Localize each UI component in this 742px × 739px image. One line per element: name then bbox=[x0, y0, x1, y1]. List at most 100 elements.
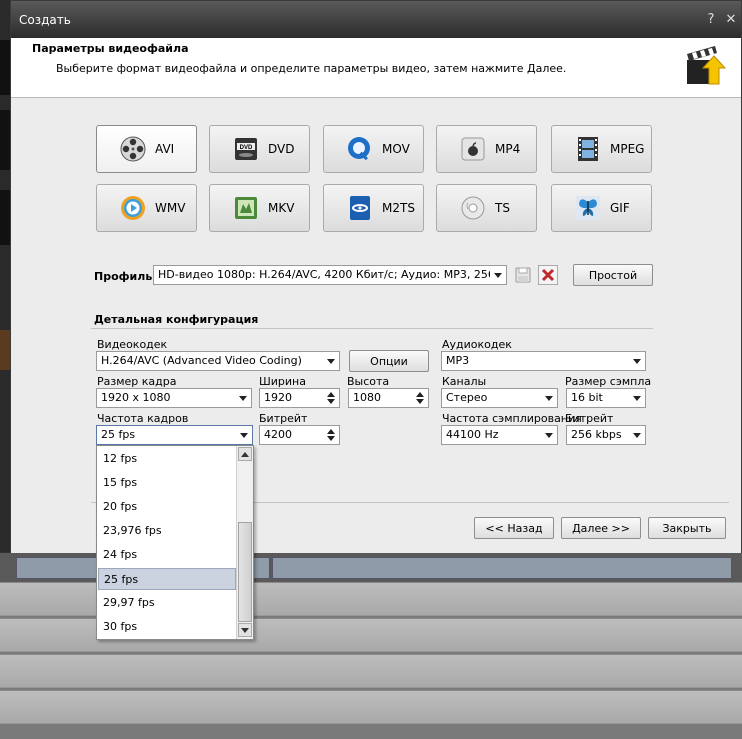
background-thumbnail-strip bbox=[0, 0, 10, 560]
format-mp4-button[interactable]: MP4 bbox=[436, 125, 537, 173]
chevron-down-icon[interactable] bbox=[235, 389, 251, 407]
format-mkv-button[interactable]: MKV bbox=[209, 184, 310, 232]
format-mov-button[interactable]: MOV bbox=[323, 125, 424, 173]
format-mpeg-button[interactable]: MPEG bbox=[551, 125, 652, 173]
svg-text:DVD: DVD bbox=[240, 145, 253, 151]
format-dvd-button[interactable]: DVD DVD bbox=[209, 125, 310, 173]
frame-size-value: 1920 x 1080 bbox=[101, 391, 171, 404]
fps-option[interactable]: 29,97 fps bbox=[98, 592, 236, 614]
bitrate-label: Битрейт bbox=[259, 412, 308, 425]
fps-label: Частота кадров bbox=[97, 412, 189, 425]
chevron-down-icon[interactable] bbox=[629, 352, 645, 370]
background-track bbox=[0, 690, 742, 724]
sample-rate-label: Частота сэмплирования bbox=[442, 412, 582, 425]
scroll-down-button[interactable] bbox=[238, 623, 252, 637]
audio-codec-select[interactable]: MP3 bbox=[441, 351, 646, 371]
header-subtitle: Выберите формат видеофайла и определите … bbox=[56, 62, 567, 75]
format-label: GIF bbox=[610, 201, 630, 215]
format-label: MP4 bbox=[495, 142, 521, 156]
spinner-arrows-icon[interactable] bbox=[412, 389, 428, 407]
fps-option[interactable]: 23,976 fps bbox=[98, 520, 236, 542]
chevron-down-icon[interactable] bbox=[323, 352, 339, 370]
sample-rate-select[interactable]: 44100 Hz bbox=[441, 425, 558, 445]
width-spinner[interactable]: 1920 bbox=[259, 388, 340, 408]
filmstrip-icon bbox=[578, 137, 598, 161]
clapperboard-icon bbox=[687, 46, 727, 85]
channels-label: Каналы bbox=[442, 375, 487, 388]
sample-size-select[interactable]: 16 bit bbox=[566, 388, 646, 408]
windows-media-icon bbox=[121, 196, 145, 220]
dialog-header: Параметры видеофайла Выберите формат вид… bbox=[11, 38, 741, 98]
chevron-down-icon[interactable] bbox=[541, 426, 557, 444]
dialog-title: Создать bbox=[19, 12, 71, 27]
fps-dropdown-list[interactable]: 12 fps 15 fps 20 fps 23,976 fps 24 fps 25 fps… bbox=[96, 445, 254, 640]
profile-select[interactable]: HD-видео 1080p: H.264/AVC, 4200 Кбит/с; … bbox=[153, 265, 507, 285]
close-button[interactable]: Закрыть bbox=[648, 517, 726, 539]
audio-bitrate-select[interactable]: 256 kbps bbox=[566, 425, 646, 445]
detail-config-heading: Детальная конфигурация bbox=[94, 313, 259, 326]
audio-codec-value: MP3 bbox=[446, 354, 470, 367]
dialog-titlebar[interactable]: Создать ? ✕ bbox=[11, 1, 741, 38]
format-label: WMV bbox=[155, 201, 186, 215]
audio-bitrate-label: Битрейт bbox=[565, 412, 614, 425]
simple-mode-button[interactable]: Простой bbox=[573, 264, 653, 286]
save-profile-button[interactable] bbox=[513, 265, 533, 285]
format-label: MKV bbox=[268, 201, 295, 215]
width-label: Ширина bbox=[259, 375, 306, 388]
format-label: M2TS bbox=[382, 201, 415, 215]
profile-label: Профиль bbox=[94, 270, 153, 283]
format-label: MPEG bbox=[610, 142, 645, 156]
delete-profile-button[interactable] bbox=[538, 265, 558, 285]
apple-icon bbox=[461, 137, 485, 161]
chevron-down-icon[interactable] bbox=[236, 426, 252, 444]
quicktime-icon bbox=[348, 137, 370, 161]
channels-select[interactable]: Стерео bbox=[441, 388, 558, 408]
chevron-down-icon[interactable] bbox=[541, 389, 557, 407]
format-label: MOV bbox=[382, 142, 410, 156]
header-title: Параметры видеофайла bbox=[32, 42, 189, 55]
fps-option[interactable]: 20 fps bbox=[98, 496, 236, 518]
profile-value: HD-видео 1080p: H.264/AVC, 4200 Кбит/с; … bbox=[158, 268, 506, 281]
background-track bbox=[0, 654, 742, 688]
divider bbox=[91, 328, 653, 329]
video-codec-value: H.264/AVC (Advanced Video Coding) bbox=[101, 354, 302, 367]
red-x-icon bbox=[541, 268, 555, 282]
height-label: Высота bbox=[347, 375, 390, 388]
spinner-arrows-icon[interactable] bbox=[323, 389, 339, 407]
chevron-down-icon[interactable] bbox=[629, 389, 645, 407]
format-gif-button[interactable]: GIF bbox=[551, 184, 652, 232]
fps-option[interactable]: 25 fps bbox=[98, 568, 236, 590]
format-m2ts-button[interactable]: M2TS bbox=[323, 184, 424, 232]
fps-select[interactable]: 25 fps bbox=[96, 425, 253, 445]
format-wmv-button[interactable]: WMV bbox=[96, 184, 197, 232]
back-button[interactable]: << Назад bbox=[474, 517, 554, 539]
scroll-up-button[interactable] bbox=[238, 447, 252, 461]
fps-value: 25 fps bbox=[101, 428, 136, 441]
video-codec-select[interactable]: H.264/AVC (Advanced Video Coding) bbox=[96, 351, 340, 371]
height-spinner[interactable]: 1080 bbox=[348, 388, 429, 408]
disc-icon bbox=[461, 196, 485, 220]
codec-options-button[interactable]: Опции bbox=[349, 350, 429, 372]
bitrate-spinner[interactable]: 4200 bbox=[259, 425, 340, 445]
fps-option[interactable]: 30 fps bbox=[98, 616, 236, 638]
fps-option[interactable]: 24 fps bbox=[98, 544, 236, 566]
next-button[interactable]: Далее >> bbox=[561, 517, 641, 539]
film-reel-icon bbox=[120, 136, 146, 162]
spinner-arrows-icon[interactable] bbox=[323, 426, 339, 444]
help-icon[interactable]: ? bbox=[701, 12, 721, 27]
fps-option[interactable]: 12 fps bbox=[98, 448, 236, 470]
format-label: DVD bbox=[268, 142, 295, 156]
scrollbar-thumb[interactable] bbox=[238, 522, 252, 622]
frame-size-select[interactable]: 1920 x 1080 bbox=[96, 388, 252, 408]
floppy-disk-icon bbox=[515, 267, 531, 283]
format-avi-button[interactable]: AVI bbox=[96, 125, 197, 173]
format-label: TS bbox=[495, 201, 510, 215]
dropdown-scrollbar[interactable] bbox=[236, 446, 253, 639]
format-label: AVI bbox=[155, 142, 175, 156]
chevron-down-icon[interactable] bbox=[629, 426, 645, 444]
video-codec-label: Видеокодек bbox=[97, 338, 168, 351]
chevron-down-icon[interactable] bbox=[490, 266, 506, 284]
fps-option[interactable]: 15 fps bbox=[98, 472, 236, 494]
close-icon[interactable]: ✕ bbox=[721, 12, 741, 27]
format-ts-button[interactable]: TS bbox=[436, 184, 537, 232]
